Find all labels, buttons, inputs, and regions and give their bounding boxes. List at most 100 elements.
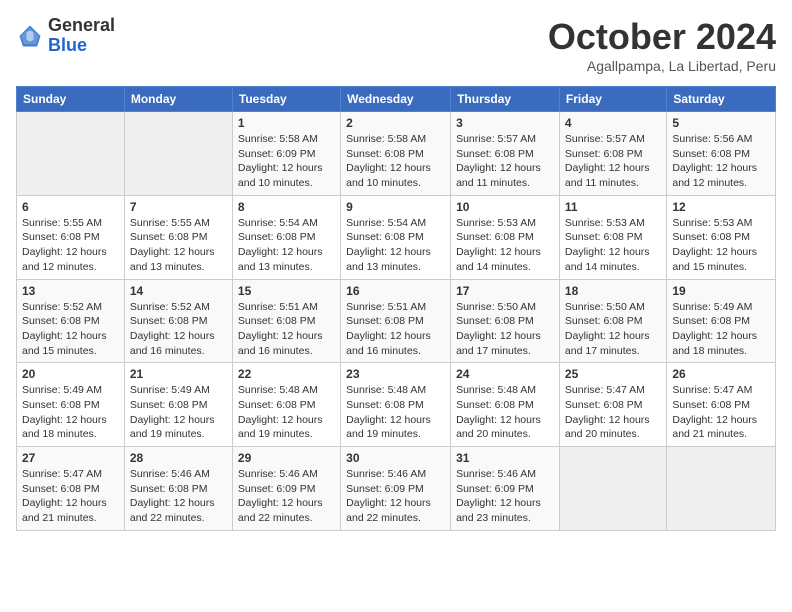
logo-text: General Blue bbox=[48, 16, 115, 56]
logo-icon bbox=[16, 22, 44, 50]
day-info: Sunrise: 5:48 AM Sunset: 6:08 PM Dayligh… bbox=[346, 383, 445, 442]
day-cell bbox=[17, 112, 125, 196]
day-number: 29 bbox=[238, 451, 335, 465]
day-info: Sunrise: 5:54 AM Sunset: 6:08 PM Dayligh… bbox=[238, 216, 335, 275]
day-cell: 17 Sunrise: 5:50 AM Sunset: 6:08 PM Dayli… bbox=[451, 279, 560, 363]
day-number: 25 bbox=[565, 367, 661, 381]
day-info: Sunrise: 5:57 AM Sunset: 6:08 PM Dayligh… bbox=[456, 132, 554, 191]
day-cell: 5Sunrise: 5:56 AM Sunset: 6:08 PM Daylig… bbox=[667, 112, 776, 196]
day-cell: 26Sunrise: 5:47 AM Sunset: 6:08 PM Dayli… bbox=[667, 363, 776, 447]
day-info: Sunrise: 5:52 AM Sunset: 6:08 PM Dayligh… bbox=[130, 300, 227, 359]
day-number: 19 bbox=[672, 284, 770, 298]
day-info: Sunrise: 5:48 AM Sunset: 6:08 PM Dayligh… bbox=[456, 383, 554, 442]
day-cell: 15Sunrise: 5:51 AM Sunset: 6:08 PM Dayli… bbox=[232, 279, 340, 363]
day-cell bbox=[124, 112, 232, 196]
header-day-wednesday: Wednesday bbox=[341, 87, 451, 112]
day-info: Sunrise: 5:55 AM Sunset: 6:08 PM Dayligh… bbox=[130, 216, 227, 275]
day-info: Sunrise: 5:46 AM Sunset: 6:09 PM Dayligh… bbox=[456, 467, 554, 526]
day-info: Sunrise: 5:53 AM Sunset: 6:08 PM Dayligh… bbox=[565, 216, 661, 275]
day-cell: 18Sunrise: 5:50 AM Sunset: 6:08 PM Dayli… bbox=[559, 279, 666, 363]
day-number: 4 bbox=[565, 116, 661, 130]
day-number: 30 bbox=[346, 451, 445, 465]
header-row: SundayMondayTuesdayWednesdayThursdayFrid… bbox=[17, 87, 776, 112]
day-cell: 23 Sunrise: 5:48 AM Sunset: 6:08 PM Dayli… bbox=[341, 363, 451, 447]
day-number: 24 bbox=[456, 367, 554, 381]
day-number: 17 bbox=[456, 284, 554, 298]
header-day-friday: Friday bbox=[559, 87, 666, 112]
header-day-saturday: Saturday bbox=[667, 87, 776, 112]
day-info: Sunrise: 5:46 AM Sunset: 6:09 PM Dayligh… bbox=[238, 467, 335, 526]
day-info: Sunrise: 5:47 AM Sunset: 6:08 PM Dayligh… bbox=[565, 383, 661, 442]
day-cell: 4 Sunrise: 5:57 AM Sunset: 6:08 PM Daylig… bbox=[559, 112, 666, 196]
day-number: 1 bbox=[238, 116, 335, 130]
day-cell: 2Sunrise: 5:58 AM Sunset: 6:08 PM Daylig… bbox=[341, 112, 451, 196]
day-number: 13 bbox=[22, 284, 119, 298]
day-cell: 10 Sunrise: 5:53 AM Sunset: 6:08 PM Dayli… bbox=[451, 195, 560, 279]
location: Agallpampa, La Libertad, Peru bbox=[548, 58, 776, 74]
day-cell: 16 Sunrise: 5:51 AM Sunset: 6:08 PM Dayli… bbox=[341, 279, 451, 363]
header-day-sunday: Sunday bbox=[17, 87, 125, 112]
day-cell: 3 Sunrise: 5:57 AM Sunset: 6:08 PM Daylig… bbox=[451, 112, 560, 196]
day-number: 27 bbox=[22, 451, 119, 465]
day-number: 6 bbox=[22, 200, 119, 214]
day-number: 23 bbox=[346, 367, 445, 381]
logo: General Blue bbox=[16, 16, 115, 56]
day-cell: 6Sunrise: 5:55 AM Sunset: 6:08 PM Daylig… bbox=[17, 195, 125, 279]
day-number: 7 bbox=[130, 200, 227, 214]
logo-blue-text: Blue bbox=[48, 36, 115, 56]
day-info: Sunrise: 5:52 AM Sunset: 6:08 PM Dayligh… bbox=[22, 300, 119, 359]
day-info: Sunrise: 5:49 AM Sunset: 6:08 PM Dayligh… bbox=[22, 383, 119, 442]
week-row-4: 20 Sunrise: 5:49 AM Sunset: 6:08 PM Dayli… bbox=[17, 363, 776, 447]
header-day-thursday: Thursday bbox=[451, 87, 560, 112]
day-info: Sunrise: 5:54 AM Sunset: 6:08 PM Dayligh… bbox=[346, 216, 445, 275]
day-cell: 8 Sunrise: 5:54 AM Sunset: 6:08 PM Daylig… bbox=[232, 195, 340, 279]
day-number: 11 bbox=[565, 200, 661, 214]
day-cell bbox=[559, 447, 666, 531]
day-cell: 9 Sunrise: 5:54 AM Sunset: 6:08 PM Daylig… bbox=[341, 195, 451, 279]
day-number: 2 bbox=[346, 116, 445, 130]
week-row-2: 6 Sunrise: 5:55 AM Sunset: 6:08 PM Daylig… bbox=[17, 195, 776, 279]
day-number: 10 bbox=[456, 200, 554, 214]
day-cell: 7 Sunrise: 5:55 AM Sunset: 6:08 PM Daylig… bbox=[124, 195, 232, 279]
day-number: 22 bbox=[238, 367, 335, 381]
day-cell: 31 Sunrise: 5:46 AM Sunset: 6:09 PM Dayli… bbox=[451, 447, 560, 531]
day-cell: 20 Sunrise: 5:49 AM Sunset: 6:08 PM Dayli… bbox=[17, 363, 125, 447]
day-number: 18 bbox=[565, 284, 661, 298]
day-info: Sunrise: 5:49 AM Sunset: 6:08 PM Dayligh… bbox=[130, 383, 227, 442]
day-info: Sunrise: 5:53 AM Sunset: 6:08 PM Dayligh… bbox=[456, 216, 554, 275]
day-number: 8 bbox=[238, 200, 335, 214]
day-info: Sunrise: 5:47 AM Sunset: 6:08 PM Dayligh… bbox=[22, 467, 119, 526]
day-number: 14 bbox=[130, 284, 227, 298]
header-day-tuesday: Tuesday bbox=[232, 87, 340, 112]
day-number: 3 bbox=[456, 116, 554, 130]
calendar-body: 1Sunrise: 5:58 AM Sunset: 6:09 PM Daylig… bbox=[17, 112, 776, 531]
day-cell: 14 Sunrise: 5:52 AM Sunset: 6:08 PM Dayli… bbox=[124, 279, 232, 363]
day-cell: 21 Sunrise: 5:49 AM Sunset: 6:08 PM Dayli… bbox=[124, 363, 232, 447]
day-number: 5 bbox=[672, 116, 770, 130]
day-number: 28 bbox=[130, 451, 227, 465]
calendar-table: SundayMondayTuesdayWednesdayThursdayFrid… bbox=[16, 86, 776, 531]
day-number: 16 bbox=[346, 284, 445, 298]
day-info: Sunrise: 5:49 AM Sunset: 6:08 PM Dayligh… bbox=[672, 300, 770, 359]
day-number: 31 bbox=[456, 451, 554, 465]
day-cell: 30 Sunrise: 5:46 AM Sunset: 6:09 PM Dayli… bbox=[341, 447, 451, 531]
day-info: Sunrise: 5:51 AM Sunset: 6:08 PM Dayligh… bbox=[346, 300, 445, 359]
day-info: Sunrise: 5:51 AM Sunset: 6:08 PM Dayligh… bbox=[238, 300, 335, 359]
day-info: Sunrise: 5:57 AM Sunset: 6:08 PM Dayligh… bbox=[565, 132, 661, 191]
logo-general-text: General bbox=[48, 16, 115, 36]
day-info: Sunrise: 5:50 AM Sunset: 6:08 PM Dayligh… bbox=[456, 300, 554, 359]
day-cell: 27 Sunrise: 5:47 AM Sunset: 6:08 PM Dayli… bbox=[17, 447, 125, 531]
day-info: Sunrise: 5:46 AM Sunset: 6:09 PM Dayligh… bbox=[346, 467, 445, 526]
day-cell: 22Sunrise: 5:48 AM Sunset: 6:08 PM Dayli… bbox=[232, 363, 340, 447]
title-block: October 2024 Agallpampa, La Libertad, Pe… bbox=[548, 16, 776, 74]
day-cell: 11 Sunrise: 5:53 AM Sunset: 6:08 PM Dayli… bbox=[559, 195, 666, 279]
day-number: 9 bbox=[346, 200, 445, 214]
day-number: 20 bbox=[22, 367, 119, 381]
week-row-1: 1Sunrise: 5:58 AM Sunset: 6:09 PM Daylig… bbox=[17, 112, 776, 196]
day-cell bbox=[667, 447, 776, 531]
day-cell: 24 Sunrise: 5:48 AM Sunset: 6:08 PM Dayli… bbox=[451, 363, 560, 447]
page-header: General Blue October 2024 Agallpampa, La… bbox=[16, 16, 776, 74]
day-number: 21 bbox=[130, 367, 227, 381]
day-cell: 1Sunrise: 5:58 AM Sunset: 6:09 PM Daylig… bbox=[232, 112, 340, 196]
calendar-header: SundayMondayTuesdayWednesdayThursdayFrid… bbox=[17, 87, 776, 112]
